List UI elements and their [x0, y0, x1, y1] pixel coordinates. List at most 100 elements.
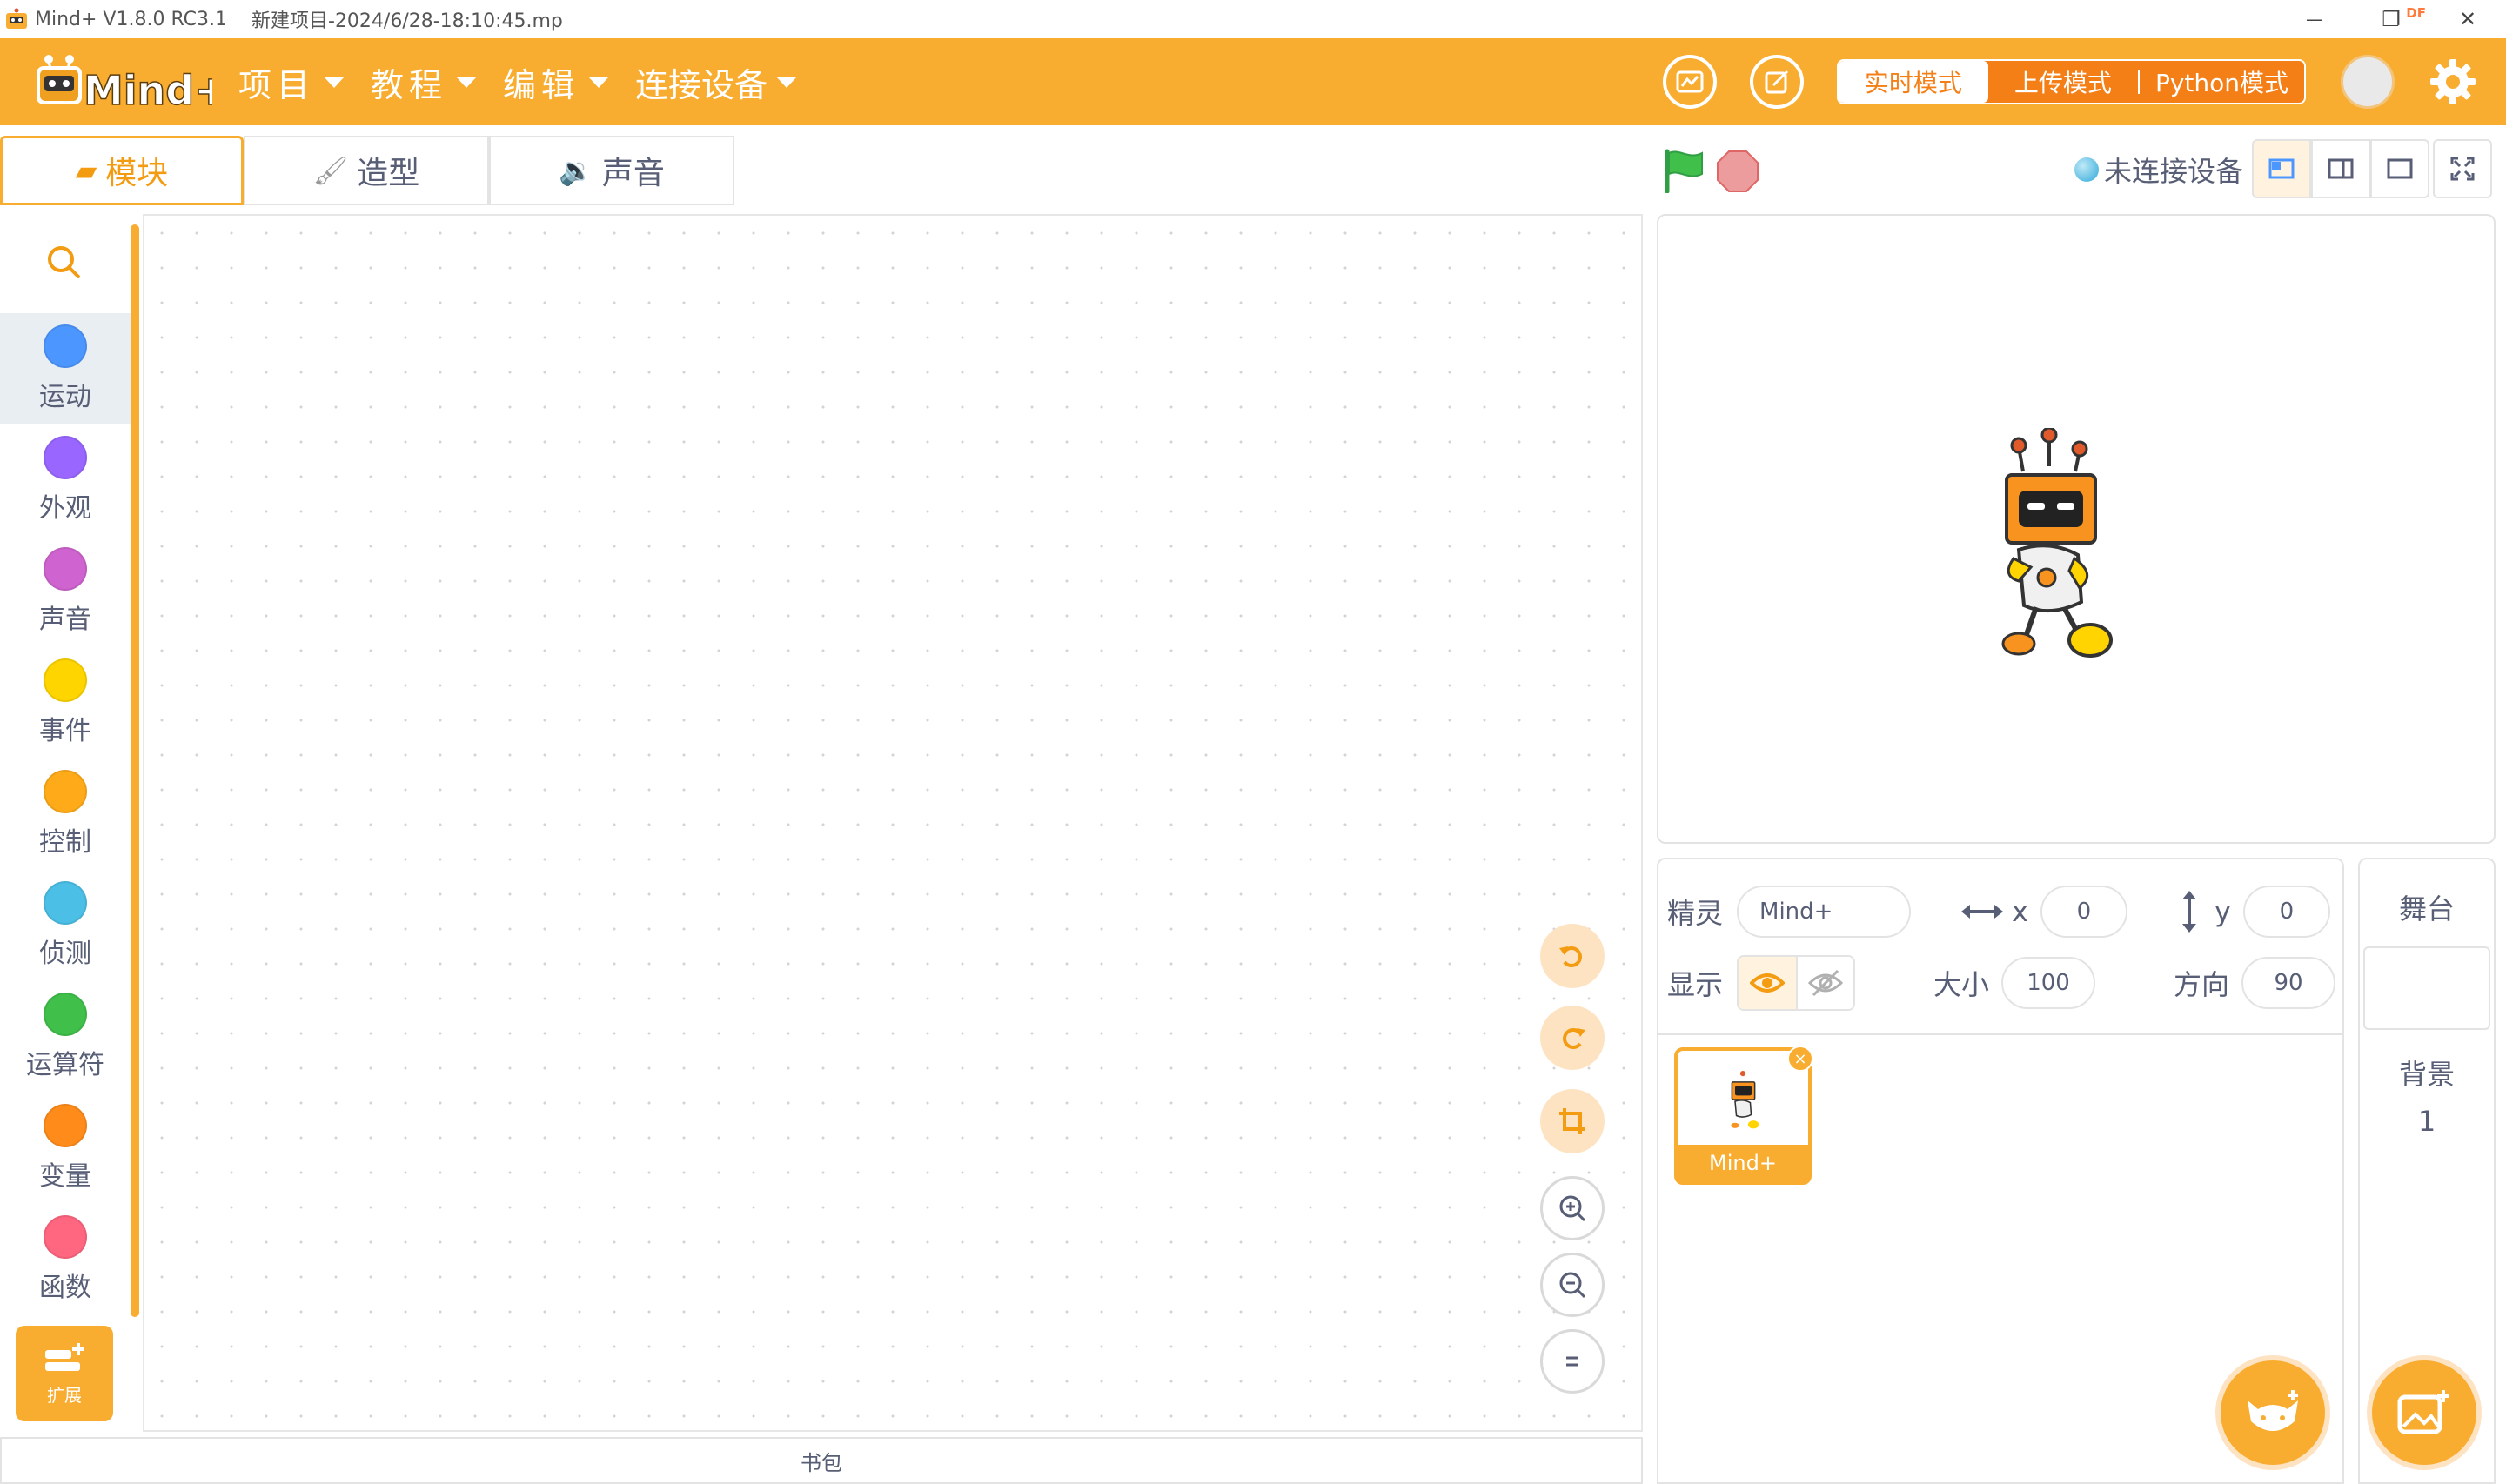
mode-realtime[interactable]: 实时模式 — [1838, 61, 1988, 103]
menu-tutorial-label: 教程 — [371, 65, 448, 104]
script-workspace[interactable] — [143, 214, 1643, 1432]
mindplus-logo[interactable]: Mind+ — [33, 47, 229, 117]
palette-scrollbar[interactable] — [131, 224, 139, 1317]
menu-tutorial[interactable]: 教程 — [371, 58, 478, 106]
delete-sprite-icon[interactable]: × — [1787, 1046, 1813, 1072]
chevron-down-icon — [324, 76, 345, 88]
file-name: 新建项目-2024/6/28-18:10:45.mp — [251, 10, 563, 32]
sprite-info-row-2: 显示 大小 100 方向 90 — [1667, 955, 2336, 1011]
category-sound[interactable]: 声音 — [0, 536, 131, 647]
size-input[interactable]: 100 — [2001, 957, 2096, 1009]
category-dot — [44, 658, 87, 702]
connection-status[interactable]: 未连接设备 — [2074, 150, 2243, 190]
large-stage-button[interactable] — [2370, 139, 2429, 198]
fullscreen-button[interactable] — [2433, 139, 2492, 198]
show-label: 显示 — [1667, 968, 1724, 1001]
app-icon — [6, 8, 27, 29]
category-operators[interactable]: 运算符 — [0, 981, 131, 1093]
large-stage-icon — [2387, 158, 2413, 179]
stats-button[interactable] — [1662, 55, 1717, 109]
x-label: x — [2012, 895, 2028, 928]
sprite-tile[interactable]: × Mind+ — [1674, 1046, 1813, 1185]
tab-sounds[interactable]: 🔉 声音 — [489, 136, 734, 205]
tab-blocks[interactable]: ▰ 模块 — [0, 136, 244, 205]
category-control[interactable]: 控制 — [0, 759, 131, 870]
category-functions[interactable]: 函数 — [0, 1204, 131, 1315]
stage-layout-switcher — [2252, 139, 2429, 198]
sprite-label: 精灵 — [1667, 897, 1724, 930]
search-icon[interactable] — [42, 240, 87, 285]
backpack-label: 书包 — [801, 1450, 842, 1475]
crop-icon — [1559, 1108, 1585, 1134]
category-events[interactable]: 事件 — [0, 647, 131, 759]
chevron-down-icon — [588, 76, 610, 88]
block-palette: 运动 外观 声音 事件 控制 侦测 运算符 变量 函数 扩展 — [0, 214, 139, 1432]
crop-button[interactable] — [1540, 1089, 1605, 1153]
chevron-down-icon — [456, 76, 478, 88]
extensions-button[interactable]: 扩展 — [16, 1326, 113, 1421]
x-input[interactable]: 0 — [2040, 886, 2127, 938]
logo-text: Mind+ — [84, 67, 212, 114]
size-label: 大小 — [1933, 968, 1990, 1001]
gear-icon[interactable] — [2428, 57, 2478, 107]
zoom-out-icon — [1559, 1272, 1586, 1299]
normal-stage-icon — [2328, 158, 2354, 179]
stop-icon[interactable] — [1716, 150, 1759, 193]
menu-connect-device[interactable]: 连接设备 — [635, 58, 798, 106]
horizontal-arrows-icon — [1961, 905, 2004, 919]
category-looks[interactable]: 外观 — [0, 424, 131, 536]
image-add-icon — [2397, 1390, 2449, 1434]
mode-python[interactable]: Python模式 — [2140, 61, 2304, 103]
green-flag-icon[interactable] — [1662, 148, 1705, 193]
y-label: y — [2214, 895, 2231, 928]
df-badge: DF — [2406, 5, 2426, 21]
menu-edit[interactable]: 编辑 — [503, 58, 610, 106]
brush-icon: 🖌 — [312, 154, 349, 187]
zoom-in-icon — [1559, 1195, 1586, 1222]
connection-indicator — [2074, 157, 2099, 182]
menu-project[interactable]: 项目 — [238, 58, 345, 106]
sprite-name-input[interactable]: Mind+ — [1737, 886, 1912, 938]
direction-value: 90 — [2274, 970, 2303, 996]
category-motion[interactable]: 运动 — [0, 313, 131, 424]
sprite-name-value: Mind+ — [1759, 899, 1833, 925]
backpack-bar[interactable]: 书包 — [0, 1437, 1643, 1484]
close-button[interactable]: ✕ — [2429, 0, 2506, 38]
restore-button[interactable]: ❐ DF — [2353, 0, 2429, 38]
vertical-arrows-icon — [2181, 891, 2196, 933]
small-stage-button[interactable] — [2252, 139, 2311, 198]
direction-input[interactable]: 90 — [2241, 957, 2336, 1009]
choose-backdrop-button[interactable] — [2367, 1355, 2482, 1470]
category-dot — [44, 1215, 87, 1259]
menu-project-label: 项目 — [238, 65, 316, 104]
mode-upload[interactable]: 上传模式 — [1988, 61, 2138, 103]
editor-tabs: ▰ 模块 🖌 造型 🔉 声音 — [0, 136, 734, 205]
minimize-button[interactable]: — — [2276, 0, 2353, 38]
menu-edit-label: 编辑 — [503, 65, 580, 104]
logo-icon: Mind+ — [37, 55, 229, 115]
y-input[interactable]: 0 — [2242, 886, 2330, 938]
mindplus-robot-sprite[interactable] — [1984, 428, 2114, 665]
stage-thumbnail[interactable] — [2363, 946, 2490, 1030]
category-sensing[interactable]: 侦测 — [0, 870, 131, 981]
redo-button[interactable] — [1540, 1006, 1605, 1070]
tab-costumes[interactable]: 🖌 造型 — [244, 136, 489, 205]
stage-selector[interactable]: 舞台 背景 1 — [2358, 858, 2496, 1484]
show-sprite-button[interactable] — [1739, 957, 1797, 1009]
hide-sprite-button[interactable] — [1796, 957, 1854, 1009]
choose-sprite-button[interactable] — [2215, 1355, 2330, 1470]
eye-off-icon — [1808, 969, 1844, 997]
zoom-in-button[interactable] — [1540, 1176, 1605, 1240]
undo-button[interactable] — [1540, 924, 1605, 988]
fullscreen-icon — [2450, 157, 2475, 181]
category-label: 运算符 — [26, 1050, 104, 1080]
zoom-reset-button[interactable] — [1540, 1329, 1605, 1394]
category-variables[interactable]: 变量 — [0, 1093, 131, 1204]
avatar[interactable] — [2341, 55, 2395, 109]
category-label: 外观 — [39, 493, 91, 524]
normal-stage-button[interactable] — [2311, 139, 2370, 198]
sprite-info-row-1: 精灵 Mind+ x 0 y 0 — [1667, 886, 2330, 938]
category-label: 变量 — [39, 1161, 91, 1192]
edit-note-button[interactable] — [1749, 55, 1804, 109]
zoom-out-button[interactable] — [1540, 1253, 1605, 1317]
